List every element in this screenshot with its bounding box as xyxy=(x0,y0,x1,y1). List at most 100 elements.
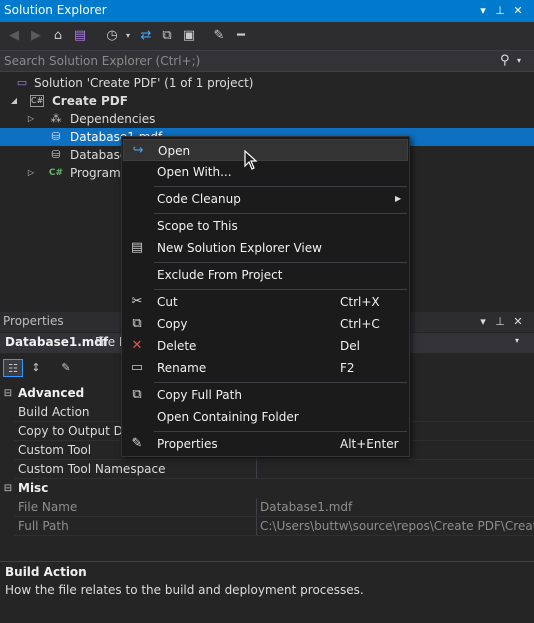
menu-item-copy-full-path[interactable]: ⧉ Copy Full Path xyxy=(123,384,408,406)
column-divider xyxy=(256,498,257,517)
property-pages-wrench-icon[interactable]: ✎ xyxy=(56,359,76,377)
category-misc[interactable]: ⊟ Misc xyxy=(0,479,534,498)
properties-title: Properties xyxy=(3,314,64,328)
property-value: C:\Users\buttw\source\repos\Create PDF\C… xyxy=(260,519,534,533)
category-label: Advanced xyxy=(18,386,85,400)
menu-separator xyxy=(154,382,407,383)
solution-explorer-title: Solution Explorer xyxy=(4,3,107,17)
menu-item-rename[interactable]: ▭ Rename F2 xyxy=(123,357,408,379)
menu-item-copy[interactable]: ⧉ Copy Ctrl+C xyxy=(123,313,408,335)
menu-item-properties[interactable]: ✎ Properties Alt+Enter xyxy=(123,433,408,455)
menu-item-label: Scope to This xyxy=(157,219,238,233)
property-row-file-name[interactable]: File Name Database1.mdf xyxy=(0,498,534,517)
menu-item-label: New Solution Explorer View xyxy=(157,241,322,255)
wrench-icon: ✎ xyxy=(131,436,143,451)
menu-item-shortcut: Del xyxy=(340,339,360,353)
property-row-full-path[interactable]: Full Path C:\Users\buttw\source\repos\Cr… xyxy=(0,517,534,536)
column-divider xyxy=(256,517,257,536)
menu-item-code-cleanup[interactable]: Code Cleanup ▶ xyxy=(123,188,408,210)
property-row-custom-namespace[interactable]: Custom Tool Namespace xyxy=(0,460,534,479)
tree-item-dependencies[interactable]: ▷ ⁂ Dependencies xyxy=(0,110,534,128)
menu-item-cut[interactable]: ✂ Cut Ctrl+X xyxy=(123,291,408,313)
collapse-all-icon[interactable]: ⧉ xyxy=(157,26,177,46)
window-position-dropdown-icon[interactable]: ▾ xyxy=(474,0,492,22)
menu-item-new-view[interactable]: ▤ New Solution Explorer View xyxy=(123,237,408,259)
menu-item-exclude[interactable]: Exclude From Project xyxy=(123,264,408,286)
menu-separator xyxy=(154,213,407,214)
solution-explorer-titlebar[interactable]: Solution Explorer ▾ ⊥ ✕ xyxy=(0,0,534,22)
filter-dropdown-icon[interactable]: ▾ xyxy=(118,26,138,46)
menu-item-delete[interactable]: ✕ Delete Del xyxy=(123,335,408,357)
tree-item-solution-label: Solution 'Create PDF' (1 of 1 project) xyxy=(34,76,254,90)
sync-icon[interactable]: ⇄ xyxy=(136,26,156,46)
window-position-dropdown-icon[interactable]: ▾ xyxy=(474,312,492,332)
menu-separator xyxy=(154,186,407,187)
categorized-icon[interactable]: ☷ xyxy=(3,359,23,377)
menu-item-scope-to-this[interactable]: Scope to This xyxy=(123,215,408,237)
preview-selected-icon[interactable]: ━ xyxy=(231,26,251,46)
back-icon[interactable]: ◀ xyxy=(4,26,24,46)
menu-separator xyxy=(154,289,407,290)
search-icon[interactable]: ⚲ xyxy=(500,53,516,69)
column-divider xyxy=(256,460,257,479)
menu-item-label: Copy xyxy=(157,317,188,331)
collapse-icon[interactable]: ⊟ xyxy=(2,384,14,403)
chevron-down-icon[interactable]: ▾ xyxy=(515,336,519,345)
switch-views-icon[interactable]: ▤ xyxy=(70,26,90,46)
object-name: Database1.mdf xyxy=(5,335,109,349)
menu-item-label: Properties xyxy=(157,437,218,451)
copy-icon: ⧉ xyxy=(132,387,142,402)
menu-item-shortcut: Alt+Enter xyxy=(340,437,399,451)
alphabetical-icon[interactable]: ↕ xyxy=(26,359,46,377)
menu-item-shortcut: F2 xyxy=(340,361,355,375)
menu-item-open-with[interactable]: Open With... xyxy=(123,161,408,183)
show-all-files-icon[interactable]: ▣ xyxy=(179,26,199,46)
menu-item-label: Exclude From Project xyxy=(157,268,283,282)
menu-item-open-folder[interactable]: Open Containing Folder xyxy=(123,406,408,428)
tree-item-project[interactable]: ◢ C# Create PDF xyxy=(0,92,534,110)
properties-wrench-icon[interactable]: ✎ xyxy=(209,26,229,46)
csharp-project-icon: C# xyxy=(30,95,44,107)
menu-item-label: Cut xyxy=(157,295,178,309)
mouse-cursor-icon xyxy=(244,150,258,170)
delete-x-icon: ✕ xyxy=(131,338,143,353)
menu-separator xyxy=(154,262,407,263)
dependencies-icon: ⁂ xyxy=(50,112,62,125)
close-icon[interactable]: ✕ xyxy=(509,0,527,22)
tree-item-dependencies-label: Dependencies xyxy=(70,112,156,126)
description-text: How the file relates to the build and de… xyxy=(5,583,364,597)
search-input[interactable] xyxy=(0,51,490,71)
collapse-arrow-icon[interactable]: ◢ xyxy=(8,92,20,110)
expand-arrow-icon[interactable]: ▷ xyxy=(25,110,37,128)
tree-item-solution[interactable]: ▭ Solution 'Create PDF' (1 of 1 project) xyxy=(0,74,534,92)
pin-icon[interactable]: ⊥ xyxy=(491,312,509,332)
pin-icon[interactable]: ⊥ xyxy=(491,0,509,22)
menu-item-label: Delete xyxy=(157,339,197,353)
database-icon: ⛁ xyxy=(51,148,61,161)
menu-item-open[interactable]: ↪ Open xyxy=(123,139,408,161)
menu-item-shortcut: Ctrl+X xyxy=(340,295,380,309)
property-key: File Name xyxy=(18,500,78,514)
menu-item-shortcut: Ctrl+C xyxy=(340,317,380,331)
home-icon[interactable]: ⌂ xyxy=(48,26,68,46)
submenu-arrow-icon: ▶ xyxy=(395,194,402,203)
tree-item-project-label: Create PDF xyxy=(52,94,128,108)
search-options-dropdown-icon[interactable]: ▾ xyxy=(517,53,529,69)
open-icon: ↪ xyxy=(132,143,144,158)
solution-explorer-toolbar: ◀ ▶ ⌂ ▤ ◷ ▾ ⇄ ⧉ ▣ ✎ ━ xyxy=(0,22,534,50)
new-view-icon: ▤ xyxy=(130,240,144,255)
collapse-icon[interactable]: ⊟ xyxy=(2,479,14,498)
context-menu: ↪ Open Open With... Code Cleanup ▶ Scope… xyxy=(121,136,410,457)
menu-item-label: Open With... xyxy=(157,165,232,179)
solution-icon: ▭ xyxy=(16,76,28,89)
menu-item-label: Open xyxy=(158,144,191,158)
menu-item-label: Code Cleanup xyxy=(157,192,241,206)
menu-item-label: Copy Full Path xyxy=(157,388,242,402)
property-description: Build Action How the file relates to the… xyxy=(0,561,534,623)
description-heading: Build Action xyxy=(5,565,87,579)
menu-item-label: Open Containing Folder xyxy=(157,410,299,424)
category-label: Misc xyxy=(18,481,49,495)
close-icon[interactable]: ✕ xyxy=(509,312,527,332)
forward-icon[interactable]: ▶ xyxy=(26,26,46,46)
expand-arrow-icon[interactable]: ▷ xyxy=(25,164,37,182)
